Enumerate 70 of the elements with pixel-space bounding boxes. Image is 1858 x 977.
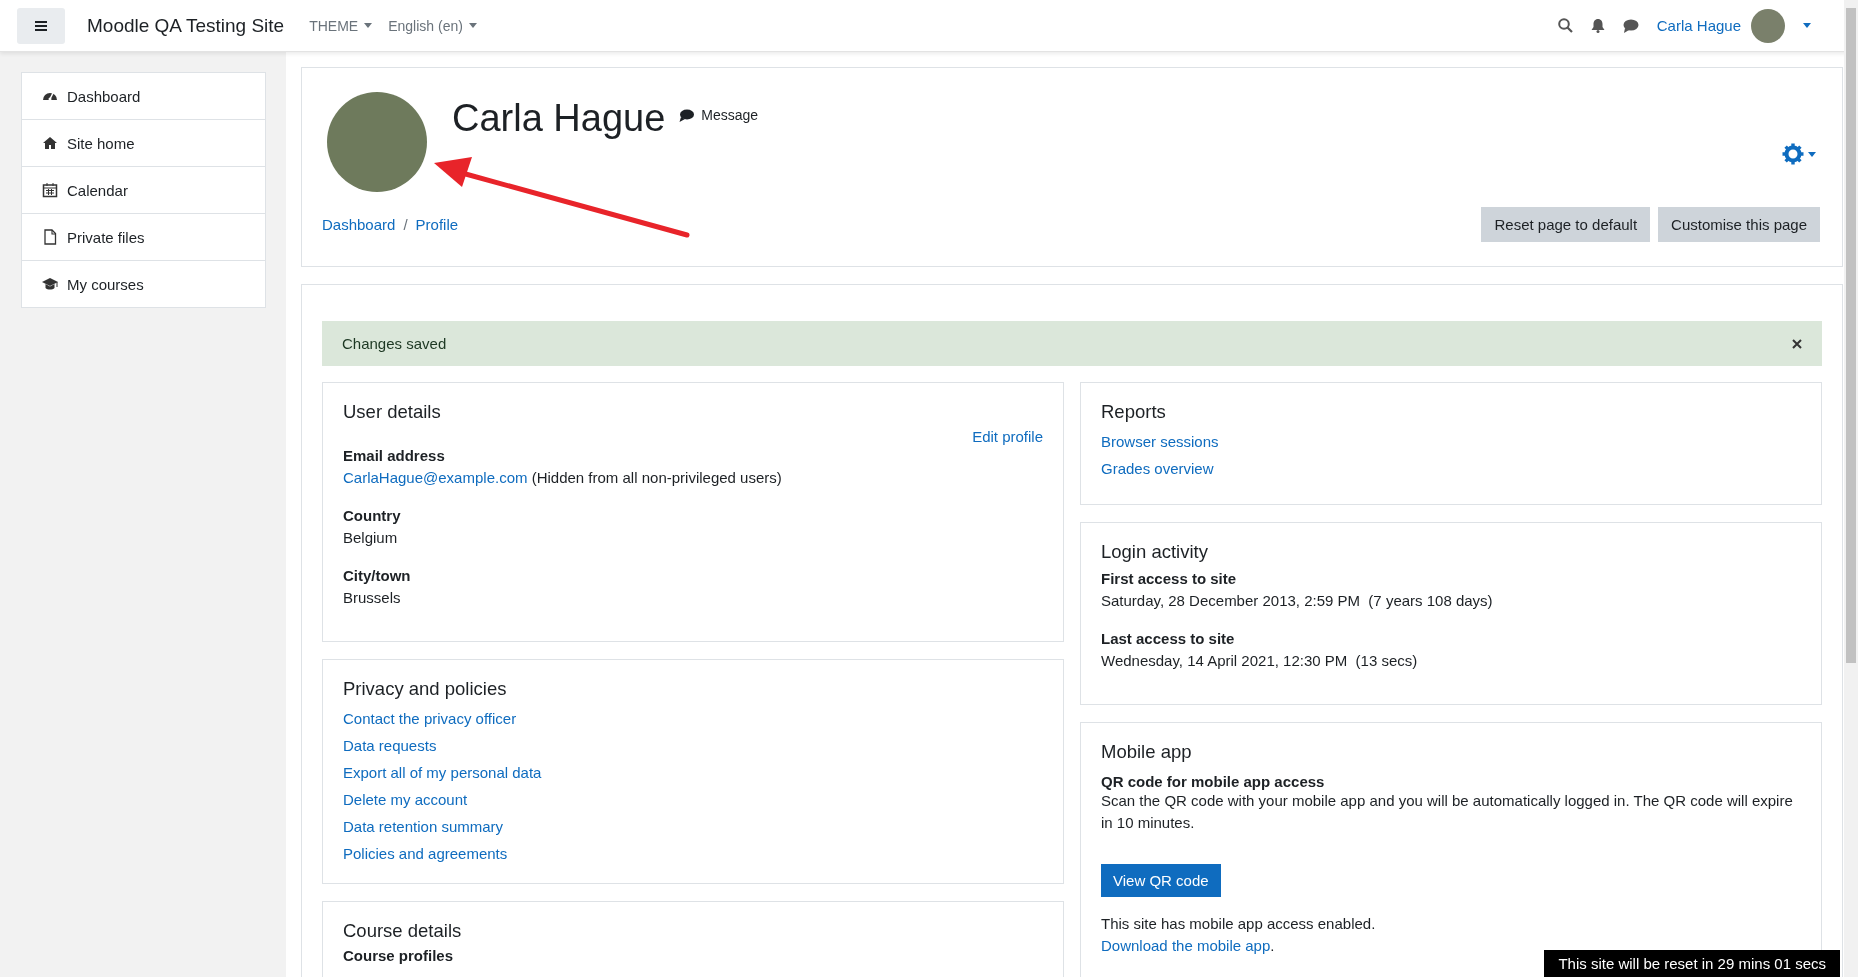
field-label: Last access to site [1101,629,1236,649]
sidebar-item[interactable]: My courses [22,261,265,307]
policy-link[interactable]: Delete my account [343,786,1043,813]
policy-link[interactable]: Data retention summary [343,813,1043,840]
menu-icon [35,20,47,31]
file-icon [42,229,58,245]
message-link[interactable]: Message [679,107,759,123]
view-qr-code-button[interactable]: View QR code [1101,864,1221,897]
dropdown-menu[interactable]: THEME [309,17,373,34]
caret-icon [468,23,477,28]
breadcrumb-separator: / [403,216,408,233]
page-button[interactable]: Customise this page [1658,207,1820,242]
settings-icon [1782,143,1804,165]
field-label: Country [343,506,402,526]
user-name[interactable]: Carla Hague [1656,17,1741,34]
reset-timer-notice: This site will be reset in 29 mins 01 secs [1544,950,1840,977]
download-text: Download the mobile app. [1101,936,1276,956]
caret-icon [1808,151,1816,157]
report-link[interactable]: Browser sessions [1101,428,1801,455]
policy-link[interactable]: Export all of my personal data [343,759,1043,786]
policy-link[interactable]: Policies and agreements [343,840,1043,867]
section-title: Course details [343,920,463,942]
scrollbar-thumb[interactable] [1846,8,1856,663]
section-title: Mobile app [1101,741,1193,763]
policy-link[interactable]: Data requests [343,732,1043,759]
profile-name: Carla Hague [452,97,666,140]
calendar-icon [42,182,58,198]
field-label: First access to site [1101,569,1238,589]
section-title: Reports [1101,401,1167,423]
field-value: Brussels [343,588,402,608]
section-title: User details [343,401,442,423]
site-name[interactable]: Moodle QA Testing Site [87,14,285,37]
status-text: This site has mobile app access enabled. [1101,914,1377,934]
description-text: Scan the QR code with your mobile app and you will be automatically logged in. The QR code will expire in 10 minutes. [1101,791,1794,833]
policy-link[interactable]: Contact the privacy officer [343,705,1043,732]
search-icon[interactable] [1557,18,1573,33]
speech-bubble-icon [679,108,695,122]
caret-icon [364,23,373,28]
report-link[interactable]: Grades overview [1101,455,1801,482]
field-label: Email address [343,446,446,466]
edit-profile-link[interactable]: Edit profile [972,428,1043,445]
section-subtitle: QR code for mobile app access [1101,773,1326,790]
breadcrumb-link[interactable]: Dashboard [322,216,396,233]
close-icon [1792,338,1802,349]
field-label: City/town [343,566,412,586]
section-title: Login activity [1101,541,1209,563]
chat-icon[interactable] [1622,18,1639,33]
sidebar-item[interactable]: Site home [22,120,265,167]
house-icon [42,135,58,151]
page-button[interactable]: Reset page to default [1481,207,1651,242]
field-value: CarlaHague@example.com (Hidden from all non-privileged users) [343,468,783,488]
graduation-cap-icon [42,276,58,292]
sidebar-item[interactable]: Private files [22,214,265,261]
sidebar-item[interactable]: Dashboard [22,73,265,120]
breadcrumb-link[interactable]: Profile [415,216,459,233]
dropdown-menu[interactable]: English (en) [388,17,477,34]
email-link[interactable]: CarlaHague@example.com [343,469,528,486]
sidebar-item[interactable]: Calendar [22,167,265,214]
field-value: Wednesday, 14 April 2021, 12:30 PM (13 secs) [1101,651,1419,671]
scrollbar[interactable] [1844,0,1858,977]
close-button[interactable] [1792,338,1802,349]
field-label: Course profiles [343,947,455,964]
alert-message: Changes saved [342,335,447,352]
caret-icon [1803,23,1811,28]
menu-button[interactable] [17,7,65,44]
field-value: Saturday, 28 December 2013, 2:59 PM (7 years 108 days) [1101,591,1494,611]
section-title: Privacy and policies [343,678,508,700]
avatar-photo-placeholder[interactable] [1751,8,1785,43]
bell-icon[interactable] [1590,18,1605,33]
field-value: Belgium [343,528,399,548]
